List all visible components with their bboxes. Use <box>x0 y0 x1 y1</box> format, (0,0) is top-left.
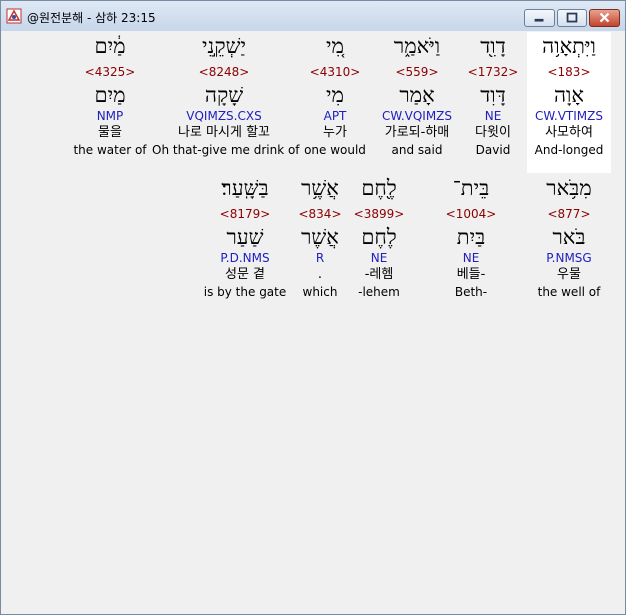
parsing-code: APT <box>323 109 347 123</box>
parsing-code: VQIMZS.CXS <box>186 109 262 123</box>
strong-number: <4310> <box>309 65 361 79</box>
parsing-code: CW.VQIMZS <box>381 109 453 123</box>
word-column[interactable]: מַ֔יִם <4325> מַיִם NMP 물을 the water of <box>70 32 150 158</box>
english-gloss: -lehem <box>358 285 400 299</box>
parsing-code: P.NMSG <box>546 251 592 265</box>
strong-number: <3899> <box>353 207 405 221</box>
word-column[interactable]: וַיִּתְאָו֥ה <183> אָוָה CW.VTIMZS 사모하여 … <box>527 32 611 173</box>
english-gloss: And-longed <box>534 143 604 157</box>
minimize-button[interactable] <box>524 9 555 27</box>
korean-gloss: 다윗이 <box>475 125 511 140</box>
word-column[interactable]: אֲשֶׁ֥ר <834> אֲשֶׁר R . which <box>294 174 346 300</box>
english-gloss: is by the gate <box>203 285 287 299</box>
title-bar[interactable]: @원전분해 - 삼하 23:15 <box>1 1 625 31</box>
hebrew-word: וַיִּתְאָו֥ה <box>542 34 596 58</box>
app-logo-icon <box>6 8 22 24</box>
korean-gloss: 베들- <box>456 267 486 282</box>
maximize-button[interactable] <box>557 9 587 27</box>
hebrew-lemma: דָּוִד <box>480 83 506 107</box>
word-column[interactable]: בַּשָּֽׁעַר׃ <8179> שַׁעַר P.D.NMS 성문 곁 … <box>200 174 290 300</box>
korean-gloss: 가로되-하매 <box>384 125 450 140</box>
parsing-code: CW.VTIMZS <box>535 109 603 123</box>
parsing-code: NE <box>462 251 480 265</box>
hebrew-lemma: בַּיִת <box>456 225 486 249</box>
word-column[interactable]: בֵּית־ <1004> בַּיִת NE 베들- Beth- <box>432 174 510 300</box>
hebrew-word: דָוִ֖ד <box>480 34 506 58</box>
parsing-code: R <box>315 251 325 265</box>
english-gloss: and said <box>391 143 443 157</box>
hebrew-word: אֲשֶׁ֥ר <box>301 176 339 200</box>
strong-number: <8179> <box>219 207 271 221</box>
korean-gloss: . <box>317 267 323 282</box>
maximize-icon <box>566 12 578 23</box>
word-column[interactable]: לֶ֖חֶם <3899> לֶחֶם NE -레헴 -lehem <box>350 174 408 300</box>
hebrew-lemma: שָׁקָה <box>204 83 244 107</box>
strong-number: <1004> <box>445 207 497 221</box>
korean-gloss: 누가 <box>323 125 347 140</box>
strong-number: <834> <box>298 207 342 221</box>
strong-number: <4325> <box>84 65 136 79</box>
english-gloss: which <box>302 285 338 299</box>
hebrew-lemma: מַיִם <box>94 83 126 107</box>
hebrew-word: בַּשָּֽׁעַר׃ <box>221 176 269 200</box>
english-gloss: the well of <box>537 285 601 299</box>
hebrew-word: וַיֹּאמַ֑ר <box>393 34 441 58</box>
close-button[interactable] <box>589 9 620 27</box>
korean-gloss: 우물 <box>557 267 581 282</box>
app-window: @원전분해 - 삼하 23:15 וַיִּתְאָו֥ה <183> אָוָ… <box>0 0 626 615</box>
parsing-code: NMP <box>96 109 124 123</box>
word-column[interactable]: מִבֹּ֥אר <877> בֹּאר P.NMSG 우물 the well … <box>527 174 611 300</box>
hebrew-lemma: שַׁעַר <box>226 225 264 249</box>
korean-gloss: 나로 마시게 할꼬 <box>178 125 270 140</box>
hebrew-word: מִבֹּ֥אר <box>546 176 592 200</box>
english-gloss: Oh that-give me drink of <box>152 143 300 157</box>
hebrew-lemma: אָמַר <box>399 83 435 107</box>
hebrew-word: מַ֔יִם <box>94 34 126 58</box>
korean-gloss: 물을 <box>98 125 122 140</box>
hebrew-word: יַשְׁקֵ֣נִי <box>202 34 246 58</box>
word-column[interactable]: וַיֹּאמַ֑ר <559> אָמַר CW.VQIMZS 가로되-하매 … <box>374 32 460 158</box>
english-gloss: one would <box>304 143 366 157</box>
parsing-code: NE <box>370 251 388 265</box>
hebrew-word: מִ֚י <box>326 34 344 58</box>
parsing-code: NE <box>484 109 502 123</box>
hebrew-lemma: אָוָה <box>553 83 585 107</box>
close-icon <box>599 12 610 23</box>
strong-number: <8248> <box>198 65 250 79</box>
word-column[interactable]: מִ֚י <4310> מִי APT 누가 one would <box>300 32 370 158</box>
strong-number: <1732> <box>467 65 519 79</box>
hebrew-word: לֶ֖חֶם <box>361 176 397 200</box>
hebrew-lemma: מִי <box>326 83 344 107</box>
hebrew-lemma: בֹּאר <box>552 225 586 249</box>
minimize-icon <box>534 18 544 22</box>
korean-gloss: 성문 곁 <box>224 267 265 282</box>
hebrew-lemma: לֶחֶם <box>361 225 397 249</box>
english-gloss: David <box>475 143 511 157</box>
english-gloss: the water of <box>73 143 147 157</box>
korean-gloss: 사모하여 <box>545 125 593 140</box>
parsing-code: P.D.NMS <box>220 251 270 265</box>
korean-gloss: -레헴 <box>364 267 394 282</box>
hebrew-lemma: אֲשֶׁר <box>301 225 339 249</box>
strong-number: <183> <box>547 65 591 79</box>
hebrew-word: בֵּית־ <box>452 176 490 200</box>
strong-number: <877> <box>547 207 591 221</box>
strong-number: <559> <box>395 65 439 79</box>
window-title: @원전분해 - 삼하 23:15 <box>27 11 156 25</box>
word-column[interactable]: יַשְׁקֵ֣נִי <8248> שָׁקָה VQIMZS.CXS 나로 … <box>152 32 300 158</box>
english-gloss: Beth- <box>454 285 488 299</box>
word-column[interactable]: דָוִ֖ד <1732> דָּוִד NE 다윗이 David <box>462 32 524 158</box>
interlinear-view: וַיִּתְאָו֥ה <183> אָוָה CW.VTIMZS 사모하여 … <box>4 32 621 610</box>
